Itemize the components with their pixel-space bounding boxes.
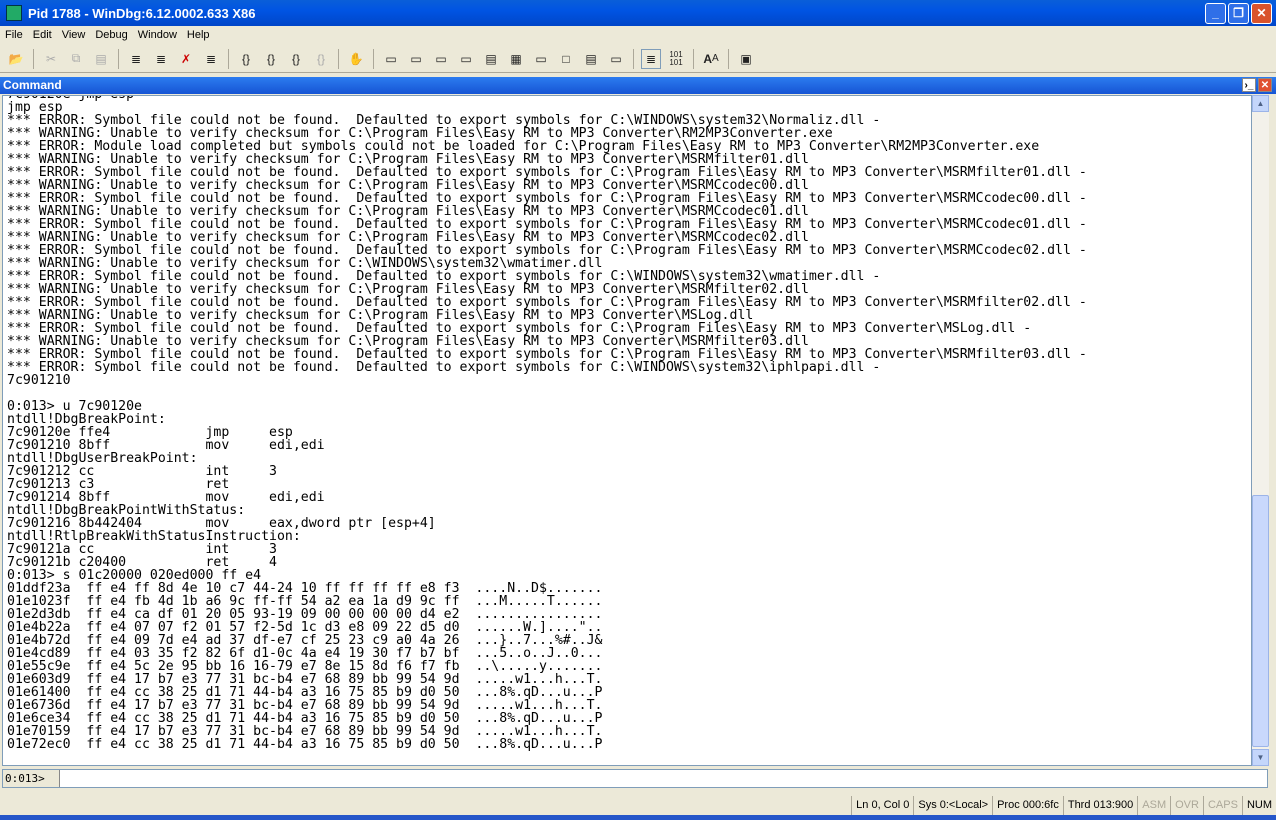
status-sys: Sys 0:<Local> <box>913 796 992 815</box>
output-line: 7c901210 <box>7 373 71 388</box>
scroll-down-arrow-icon[interactable]: ▼ <box>1252 749 1269 766</box>
registers-window-icon[interactable]: ▭ <box>456 49 476 69</box>
menu-debug[interactable]: Debug <box>90 29 132 41</box>
window-title: Pid 1788 - WinDbg:6.12.0002.633 X86 <box>28 5 256 21</box>
output-lines: 7c90120e jmp espjmp esp*** ERROR: Symbol… <box>7 96 1087 752</box>
vertical-scrollbar[interactable]: ▲ ▼ <box>1252 95 1269 766</box>
toolbar: 📂 ✂ ⧉ ▤ ≣ ≣ ✗ ≣ {} {} {} {} ✋ ▭ ▭ ▭ ▭ ▤ … <box>0 45 1276 73</box>
command-prompt: 0:013> <box>3 770 60 787</box>
hand-icon[interactable]: ✋ <box>346 49 366 69</box>
status-caps: CAPS <box>1202 796 1242 815</box>
status-asm: ASM <box>1137 796 1170 815</box>
step-into-icon[interactable]: {} <box>236 49 256 69</box>
status-ovr: OVR <box>1170 796 1203 815</box>
output-line: *** ERROR: Symbol file could not be foun… <box>7 360 881 375</box>
menu-view[interactable]: View <box>57 29 91 41</box>
menu-edit[interactable]: Edit <box>28 29 57 41</box>
menu-file[interactable]: File <box>0 29 28 41</box>
output-line: 0:013> u 7c90120e <box>7 399 142 414</box>
source-mode-icon[interactable]: ▭ <box>606 49 626 69</box>
watch-window-icon[interactable]: ▭ <box>406 49 426 69</box>
menu-window[interactable]: Window <box>133 29 182 41</box>
status-bar: Ln 0, Col 0 Sys 0:<Local> Proc 000:6fc T… <box>0 796 1276 815</box>
cut-icon[interactable]: ✂ <box>41 49 61 69</box>
scroll-thumb[interactable] <box>1252 495 1269 747</box>
command-pane-title: Command ›_ ✕ <box>0 77 1276 94</box>
font-icon[interactable]: AA <box>701 49 721 69</box>
hex-mode-icon[interactable]: ≣ <box>641 48 661 69</box>
close-button[interactable]: ✕ <box>1251 3 1272 24</box>
menu-bar: File Edit View Debug Window Help <box>0 26 1276 44</box>
taskbar <box>0 815 1276 820</box>
options-icon[interactable]: ▣ <box>736 49 756 69</box>
break-icon[interactable]: ✗ <box>176 49 196 69</box>
step-over-icon[interactable]: {} <box>261 49 281 69</box>
minimize-button[interactable]: _ <box>1205 3 1226 24</box>
restart-icon[interactable]: ≣ <box>201 49 221 69</box>
menu-help[interactable]: Help <box>182 29 215 41</box>
status-num: NUM <box>1241 796 1276 815</box>
memory-window-icon[interactable]: ▤ <box>481 49 501 69</box>
pane-close-button[interactable]: ✕ <box>1258 78 1272 92</box>
copy-icon[interactable]: ⧉ <box>66 49 86 69</box>
pane-dock-button[interactable]: ›_ <box>1242 78 1256 92</box>
disassembly-icon[interactable]: ▭ <box>531 49 551 69</box>
paste-icon[interactable]: ▤ <box>91 49 111 69</box>
output-line: 01e72ec0 ff e4 cc 38 25 d1 71 44-b4 a3 1… <box>7 737 603 752</box>
status-position: Ln 0, Col 0 <box>851 796 913 815</box>
title-bar: Pid 1788 - WinDbg:6.12.0002.633 X86 _ ❐ … <box>0 0 1276 26</box>
scroll-up-arrow-icon[interactable]: ▲ <box>1252 95 1269 112</box>
open-icon[interactable]: 📂 <box>6 49 26 69</box>
processes-threads-icon[interactable]: ▤ <box>581 49 601 69</box>
step-into-source-icon[interactable]: ≣ <box>126 49 146 69</box>
scratch-pad-icon[interactable]: □ <box>556 49 576 69</box>
step-over-source-icon[interactable]: ≣ <box>151 49 171 69</box>
command-window-icon[interactable]: ▭ <box>381 49 401 69</box>
binary-icon[interactable]: 101 101 <box>666 49 686 69</box>
restore-button[interactable]: ❐ <box>1228 3 1249 24</box>
status-proc: Proc 000:6fc <box>992 796 1063 815</box>
locals-window-icon[interactable]: ▭ <box>431 49 451 69</box>
run-to-cursor-icon[interactable]: {} <box>311 49 331 69</box>
command-input[interactable] <box>60 770 1267 787</box>
command-output: 7c90120e jmp espjmp esp*** ERROR: Symbol… <box>2 95 1252 766</box>
command-row: 0:013> <box>2 769 1268 788</box>
windbg-app-icon <box>6 5 22 21</box>
step-out-icon[interactable]: {} <box>286 49 306 69</box>
call-stack-icon[interactable]: ▦ <box>506 49 526 69</box>
status-thrd: Thrd 013:900 <box>1062 796 1137 815</box>
